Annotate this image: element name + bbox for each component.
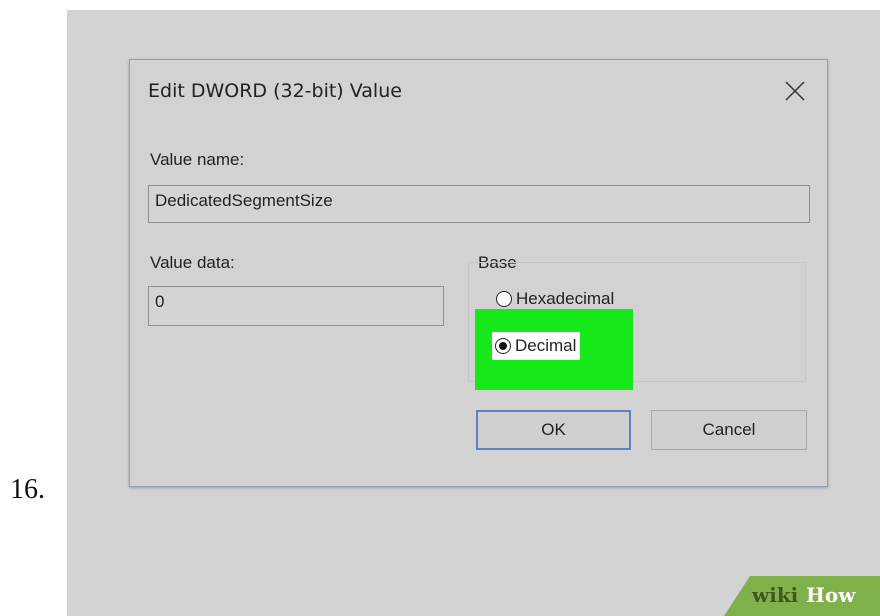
cancel-button[interactable]: Cancel xyxy=(651,410,807,450)
watermark-wiki: wiki xyxy=(752,583,799,607)
value-name-field[interactable]: DedicatedSegmentSize xyxy=(148,185,810,223)
value-data-input[interactable]: 0 xyxy=(148,286,444,326)
radio-unchecked-icon xyxy=(496,291,512,307)
wikihow-watermark: wiki How xyxy=(724,576,880,616)
dialog-title: Edit DWORD (32-bit) Value xyxy=(148,80,402,102)
title-bar: Edit DWORD (32-bit) Value xyxy=(130,60,827,124)
hexadecimal-radio[interactable]: Hexadecimal xyxy=(496,289,614,309)
close-button[interactable] xyxy=(775,74,815,110)
close-icon xyxy=(785,81,805,101)
value-name-label: Value name: xyxy=(150,150,245,169)
watermark-how: How xyxy=(806,583,856,607)
hexadecimal-label: Hexadecimal xyxy=(516,289,615,308)
decimal-radio[interactable]: Decimal xyxy=(492,332,581,360)
value-data-label: Value data: xyxy=(150,253,235,272)
radio-checked-icon xyxy=(495,338,511,354)
decimal-label: Decimal xyxy=(515,336,577,355)
edit-dword-dialog: Edit DWORD (32-bit) Value Value name: De… xyxy=(129,59,828,487)
ok-button[interactable]: OK xyxy=(476,410,631,450)
step-number: 16. xyxy=(10,474,45,505)
